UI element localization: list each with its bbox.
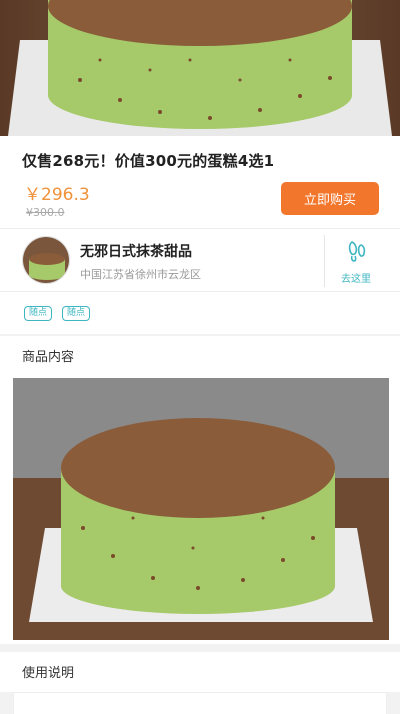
section-header-content: 商品内容	[0, 336, 400, 374]
hero-cake-image	[0, 0, 400, 136]
store-name: 无邪日式抹茶甜品	[80, 244, 192, 260]
content-body	[0, 374, 400, 644]
product-price: ￥296.3	[24, 185, 90, 205]
go-here-label: 去这里	[341, 273, 371, 285]
product-detail-page: 仅售268元！价值300元的蛋糕4选1 ￥296.3 ¥300.0 立即购买 无…	[0, 0, 400, 714]
tag-row: 随点 随点	[0, 292, 400, 334]
section-title: 商品内容	[22, 350, 75, 365]
section-header-usage: 使用说明	[0, 652, 400, 692]
original-price: ¥300.0	[26, 206, 65, 219]
store-address: 中国江苏省徐州市云龙区	[80, 268, 201, 281]
product-title: 仅售268元！价值300元的蛋糕4选1	[22, 152, 275, 170]
store-row[interactable]: 无邪日式抹茶甜品 中国江苏省徐州市云龙区 去这里	[0, 228, 400, 292]
usage-body	[13, 692, 387, 714]
footprint-icon	[344, 238, 368, 268]
tag-badge: 随点	[24, 306, 53, 321]
product-info: 仅售268元！价值300元的蛋糕4选1 ￥296.3 ¥300.0 立即购买	[0, 136, 400, 228]
store-thumbnail	[22, 236, 70, 284]
go-here-button[interactable]: 去这里	[326, 235, 386, 287]
divider	[324, 235, 325, 287]
content-cake-image	[13, 378, 389, 640]
section-title: 使用说明	[22, 666, 75, 681]
tag-badge: 随点	[62, 306, 91, 321]
buy-now-button[interactable]: 立即购买	[281, 182, 379, 215]
